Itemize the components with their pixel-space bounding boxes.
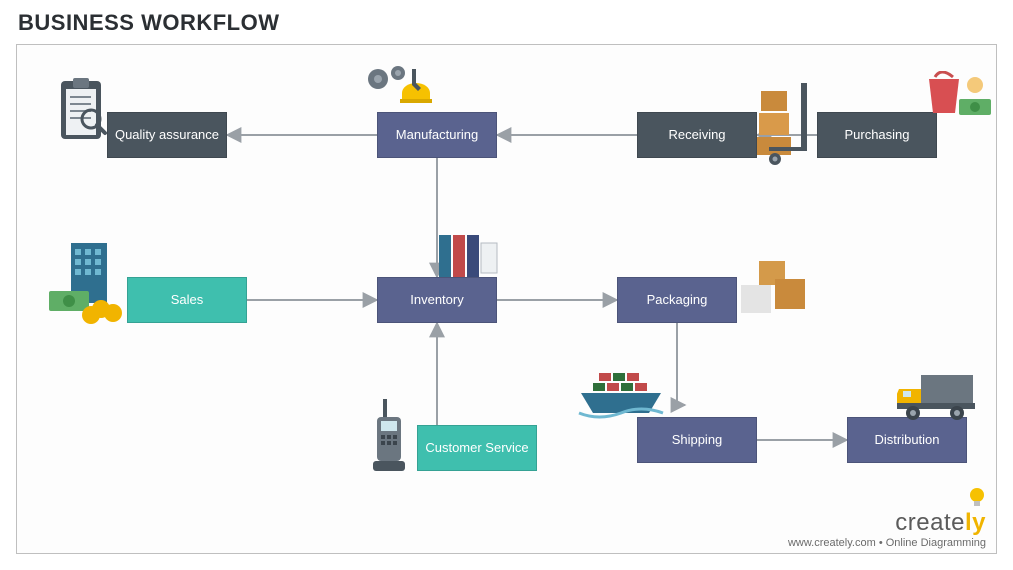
node-label: Packaging <box>647 292 708 308</box>
branding-footer: creately www.creately.com • Online Diagr… <box>788 487 986 549</box>
diagram-canvas: Quality assurance Manufacturing Receivin… <box>16 44 997 554</box>
node-label: Manufacturing <box>396 127 478 143</box>
node-customer-service[interactable]: Customer Service <box>417 425 537 471</box>
node-label: Inventory <box>410 292 463 308</box>
node-packaging[interactable]: Packaging <box>617 277 737 323</box>
brand-tagline: www.creately.com • Online Diagramming <box>788 537 986 549</box>
node-label: Sales <box>171 292 204 308</box>
node-label: Shipping <box>672 432 723 448</box>
brand-part1: create <box>895 509 965 536</box>
node-label: Distribution <box>874 432 939 448</box>
brand-desc: Online Diagramming <box>886 537 986 549</box>
brand-part2: ly <box>965 509 986 536</box>
brand-site: www.creately.com <box>788 537 876 549</box>
brand-logo: creately <box>788 509 986 537</box>
node-label: Quality assurance <box>115 127 219 143</box>
node-inventory[interactable]: Inventory <box>377 277 497 323</box>
lightbulb-icon <box>968 487 986 509</box>
brand-dot: • <box>876 537 886 549</box>
node-label: Customer Service <box>425 440 528 456</box>
node-distribution[interactable]: Distribution <box>847 417 967 463</box>
node-label: Purchasing <box>844 127 909 143</box>
node-shipping[interactable]: Shipping <box>637 417 757 463</box>
node-manufacturing[interactable]: Manufacturing <box>377 112 497 158</box>
node-label: Receiving <box>668 127 725 143</box>
node-receiving[interactable]: Receiving <box>637 112 757 158</box>
node-quality-assurance[interactable]: Quality assurance <box>107 112 227 158</box>
page-title: BUSINESS WORKFLOW <box>0 0 1013 44</box>
node-sales[interactable]: Sales <box>127 277 247 323</box>
node-purchasing[interactable]: Purchasing <box>817 112 937 158</box>
